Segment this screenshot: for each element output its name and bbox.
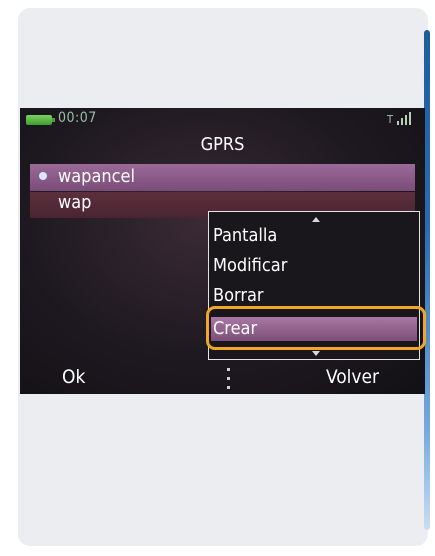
ok-softkey[interactable]: Ok (62, 366, 85, 388)
softkey-bar: Ok Volver (20, 362, 425, 394)
menu-item-pantalla[interactable]: Pantalla (211, 224, 417, 248)
scroll-up-icon (312, 217, 320, 222)
signal-icon: T (387, 111, 415, 126)
menu-item-modificar[interactable]: Modificar (211, 254, 417, 278)
list-item-label: wapancel (58, 166, 136, 187)
screen-title: GPRS (200, 134, 245, 155)
status-bar: 00:07 T (20, 108, 425, 132)
back-softkey[interactable]: Volver (326, 366, 379, 388)
navigation-icon (226, 366, 232, 392)
list-item-wapancel[interactable]: wapancel (30, 164, 415, 191)
bullet-icon (39, 172, 47, 180)
highlight-frame (206, 306, 426, 350)
scroll-down-icon (312, 351, 320, 356)
menu-item-borrar[interactable]: Borrar (211, 284, 417, 308)
battery-icon (26, 115, 55, 125)
signal-indicator: T (387, 113, 394, 126)
phone-screen: 00:07 T GPRS wapancel wap Pantalla Modif… (20, 108, 425, 394)
list-item-label: wap (58, 192, 92, 213)
clock: 00:07 (58, 110, 97, 126)
